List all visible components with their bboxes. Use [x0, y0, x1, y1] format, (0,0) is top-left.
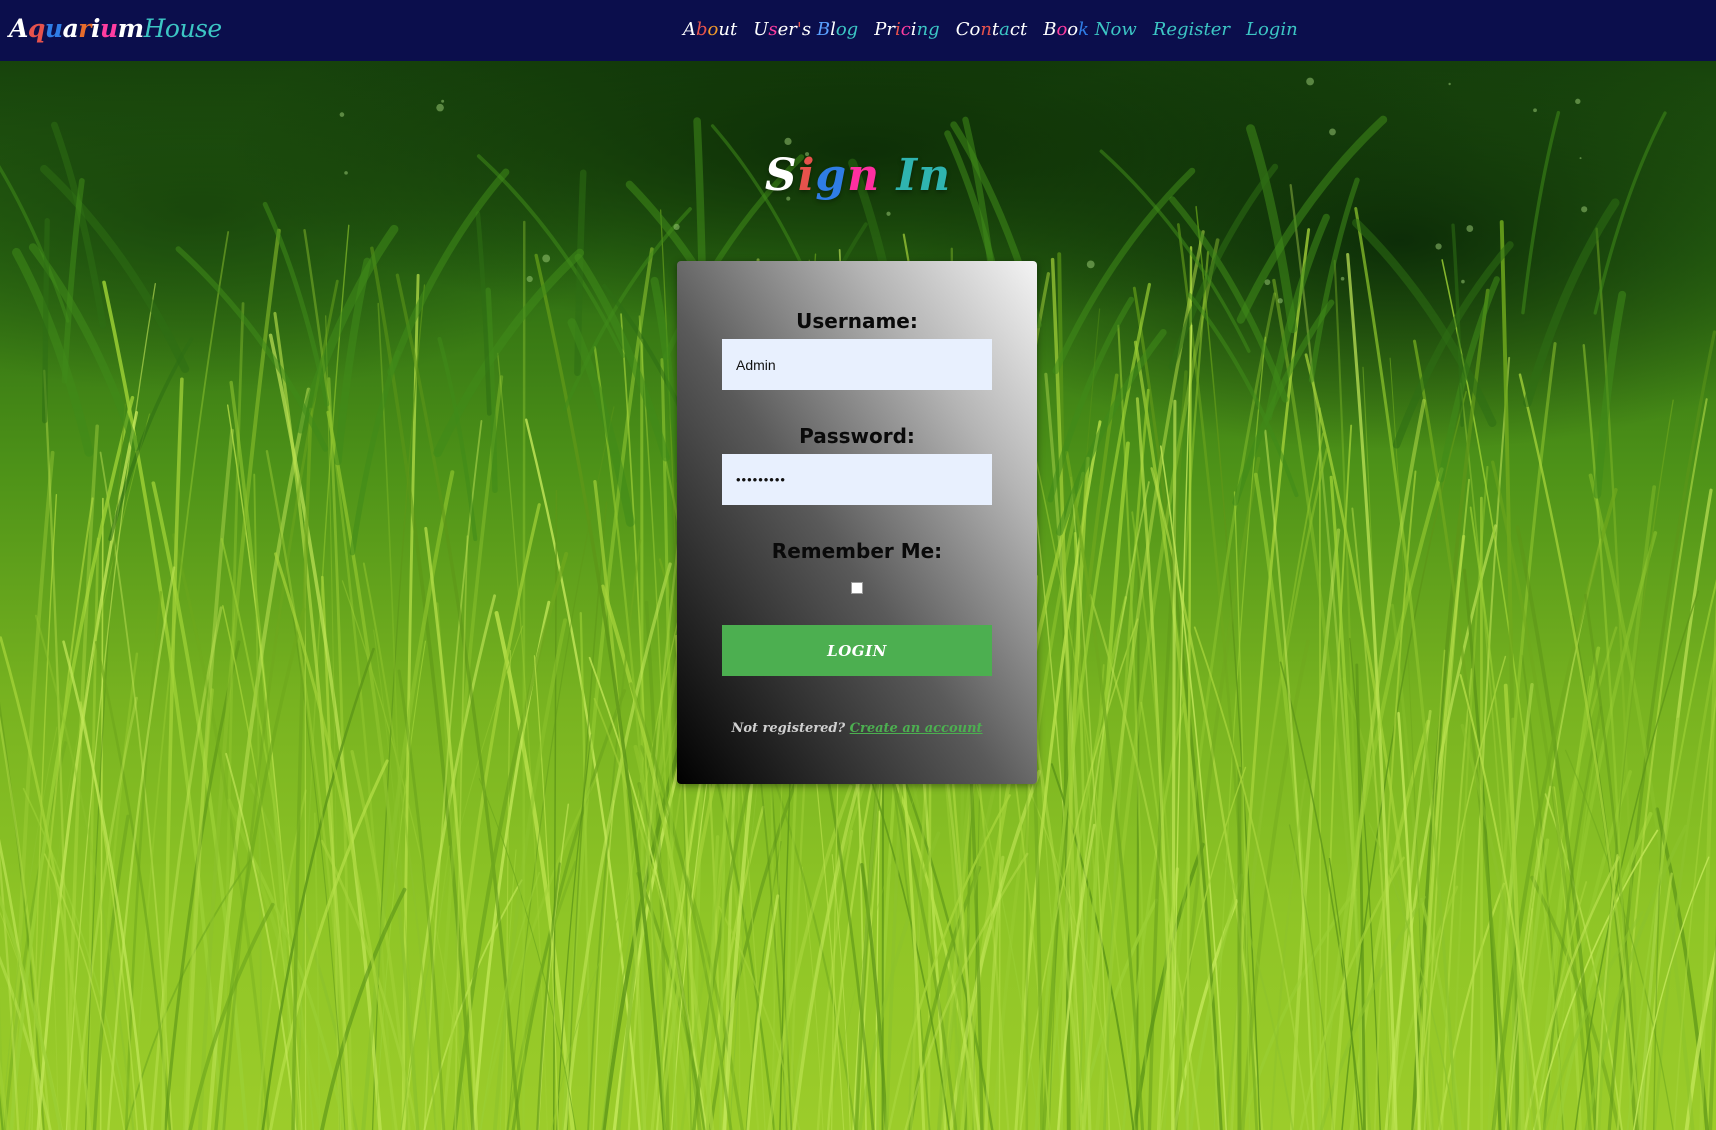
create-account-link[interactable]: Create an account — [850, 721, 983, 736]
nav-links: About User's Blog Pricing Contact Book N… — [683, 19, 1298, 40]
register-prompt: Not registered? Create an account — [677, 721, 1037, 736]
nav-login[interactable]: Login — [1246, 19, 1298, 40]
password-label: Password: — [799, 424, 915, 448]
brand-name-colored: Aquarium — [9, 14, 144, 43]
login-button[interactable]: LOGIN — [722, 625, 992, 676]
brand-name-house: House — [143, 14, 223, 43]
brand-logo[interactable]: AquariumHouse — [9, 14, 222, 43]
not-registered-text: Not registered? — [731, 721, 850, 736]
nav-pricing[interactable]: Pricing — [874, 19, 939, 40]
nav-about[interactable]: About — [683, 19, 737, 40]
top-navbar: AquariumHouse About User's Blog Pricing … — [0, 0, 1716, 61]
remember-me-label: Remember Me: — [771, 539, 943, 563]
nav-register[interactable]: Register — [1153, 19, 1230, 40]
login-card: Username: Password: Remember Me: LOGIN N… — [677, 261, 1037, 784]
nav-book-now[interactable]: Book Now — [1043, 19, 1137, 40]
password-input[interactable] — [722, 454, 992, 505]
remember-me-checkbox[interactable] — [851, 582, 863, 594]
signin-heading: Sign In — [764, 150, 952, 201]
username-label: Username: — [796, 309, 918, 333]
nav-users-blog[interactable]: User's Blog — [753, 19, 858, 40]
username-input[interactable] — [722, 339, 992, 390]
nav-contact[interactable]: Contact — [956, 19, 1028, 40]
